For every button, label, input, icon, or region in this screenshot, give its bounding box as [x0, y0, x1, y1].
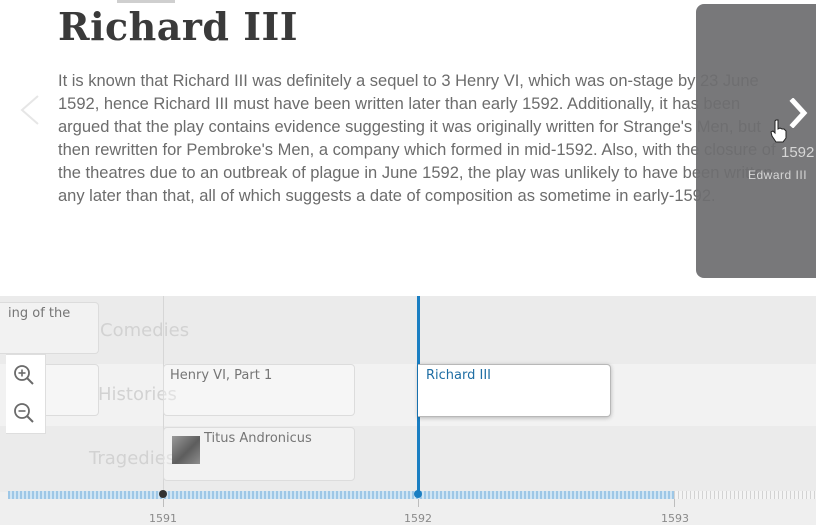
play-thumbnail: [172, 436, 200, 464]
minimap-marker: [159, 490, 167, 498]
chevron-right-icon[interactable]: [788, 98, 810, 128]
zoom-in-icon[interactable]: [12, 363, 36, 387]
minimap-track: [674, 491, 816, 499]
next-play-title: Edward III: [748, 168, 808, 182]
article-section: Richard III It is known that Richard III…: [0, 0, 816, 300]
play-card-label: Richard III: [426, 368, 491, 383]
hand-pointer-icon: [770, 119, 787, 143]
page-title: Richard III: [58, 4, 299, 49]
minimap-range-fill: [8, 491, 674, 499]
next-play-panel[interactable]: 1592 Edward III: [696, 4, 816, 278]
year-label: 1592: [404, 512, 432, 525]
band-label-comedies: Comedies: [100, 320, 190, 341]
zoom-out-icon[interactable]: [12, 401, 36, 425]
article-body: It is known that Richard III was definit…: [58, 72, 776, 205]
year-tick: [163, 499, 164, 507]
play-card-partial-comedy[interactable]: ing of the: [0, 302, 99, 354]
chevron-left-icon[interactable]: [16, 92, 46, 128]
zoom-controls: [6, 354, 46, 434]
next-play-year: 1592: [781, 144, 815, 161]
title-tab-indicator: [117, 0, 175, 3]
play-card-label: Henry VI, Part 1: [170, 368, 273, 383]
play-card-titus-andronicus[interactable]: Titus Andronicus: [163, 427, 355, 481]
year-label: 1593: [661, 512, 689, 525]
play-card-henry-vi-part-1[interactable]: Henry VI, Part 1: [163, 364, 355, 416]
year-label: 1591: [149, 512, 177, 525]
play-card-label: ing of the: [8, 306, 71, 321]
timeline-minimap[interactable]: [8, 491, 816, 499]
play-card-richard-iii[interactable]: Richard III: [418, 364, 611, 417]
year-tick: [674, 499, 675, 507]
play-card-label: Titus Andronicus: [204, 431, 312, 446]
minimap-current-marker: [414, 490, 422, 498]
timeline[interactable]: Comedies Histories Tragedies ing of the …: [0, 296, 816, 525]
year-tick: [418, 499, 419, 507]
